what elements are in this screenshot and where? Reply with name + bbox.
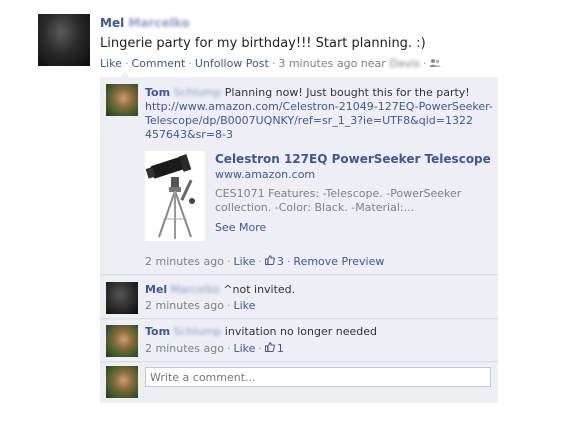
comment-3-likes[interactable]: 1 (264, 342, 284, 356)
comment-2-footer: 2 minutes ago · Like (145, 299, 256, 312)
comment-1-like-link[interactable]: Like (233, 255, 255, 268)
remove-preview-link[interactable]: Remove Preview (293, 255, 384, 268)
comment-1: Tom Schlump Planning now! Just bought th… (145, 86, 495, 100)
comment-3: Tom Schlump invitation no longer needed (145, 325, 495, 339)
comment-2-like-link[interactable]: Like (233, 299, 255, 312)
comment-1-time[interactable]: 2 minutes ago (145, 255, 224, 268)
post-place[interactable]: Davis (389, 57, 420, 70)
preview-desc-line-2: collection. -Color: Black. -Material:... (215, 201, 415, 214)
post-author-name[interactable]: Mel Marcelko (100, 16, 190, 30)
preview-title[interactable]: Celestron 127EQ PowerSeeker Telescope (215, 152, 495, 166)
comment-avatar-mel[interactable] (106, 282, 138, 314)
comment-1-footer: 2 minutes ago · Like · 3 · Remove Preview (145, 255, 385, 269)
comment-avatar-tom[interactable] (106, 84, 138, 116)
post-author-avatar[interactable] (38, 14, 90, 66)
post-actions: Like · Comment · Unfollow Post · 3 minutes ago… (100, 57, 441, 71)
see-more-link[interactable]: See More (215, 221, 495, 234)
post-like-link[interactable]: Like (100, 57, 122, 70)
comment-3-author-last[interactable]: Schlump (174, 325, 222, 339)
composer-avatar[interactable] (106, 366, 138, 398)
preview-domain[interactable]: www.amazon.com (215, 168, 495, 181)
telescope-icon (145, 154, 195, 239)
comment-3-footer: 2 minutes ago · Like · 1 (145, 342, 284, 356)
comment-1-link-line-1[interactable]: http://www.amazon.com/Celestron-21049-12… (145, 100, 493, 114)
post-comment-link[interactable]: Comment (131, 57, 185, 70)
comment-1-text: Planning now! Just bought this for the p… (224, 86, 470, 99)
comment-1-link-line-3[interactable]: 457643&sr=8-3 (145, 128, 493, 142)
preview-desc-line-1: CES1071 Features: -Telescope. -PowerSeek… (215, 187, 462, 200)
thumbs-up-icon (264, 342, 275, 356)
comment-avatar-tom[interactable] (106, 325, 138, 357)
comment-2-text: ^not invited. (223, 283, 296, 296)
comment-2-time[interactable]: 2 minutes ago (145, 299, 224, 312)
comment-1-link[interactable]: http://www.amazon.com/Celestron-21049-12… (145, 100, 493, 142)
comment-2: Mel Marcelko ^not invited. (145, 283, 495, 297)
comment-1-like-count[interactable]: 3 (277, 255, 284, 268)
telescope-thumbnail[interactable] (145, 151, 205, 241)
unfollow-post-link[interactable]: Unfollow Post (195, 57, 269, 70)
comment-3-text: invitation no longer needed (224, 325, 377, 338)
comment-1-link-line-2[interactable]: Telescope/dp/B0007UQNKY/ref=sr_1_3?ie=UT… (145, 114, 493, 128)
link-preview: Celestron 127EQ PowerSeeker Telescope ww… (215, 152, 495, 234)
thumbs-up-icon (264, 255, 275, 269)
comment-3-like-link[interactable]: Like (233, 342, 255, 355)
post-text: Lingerie party for my birthday!!! Start … (100, 36, 426, 51)
comment-divider (100, 361, 498, 363)
comment-divider (100, 318, 498, 320)
post-author-last[interactable]: Marcelko (128, 16, 189, 30)
comment-3-author-first[interactable]: Tom (145, 325, 170, 338)
comment-2-author-first[interactable]: Mel (145, 283, 167, 296)
post-time[interactable]: 3 minutes ago near (278, 57, 385, 70)
post-author-first[interactable]: Mel (100, 16, 124, 30)
comment-1-author-first[interactable]: Tom (145, 86, 170, 99)
friends-icon (429, 58, 441, 71)
write-comment-placeholder: Write a comment... (150, 371, 256, 384)
comment-1-author-last[interactable]: Schlump (174, 86, 222, 100)
comment-2-author-last[interactable]: Marcelko (171, 283, 220, 297)
comment-1-likes[interactable]: 3 (264, 255, 284, 269)
comment-3-time[interactable]: 2 minutes ago (145, 342, 224, 355)
comment-divider (100, 274, 498, 276)
comment-3-like-count[interactable]: 1 (277, 342, 284, 355)
